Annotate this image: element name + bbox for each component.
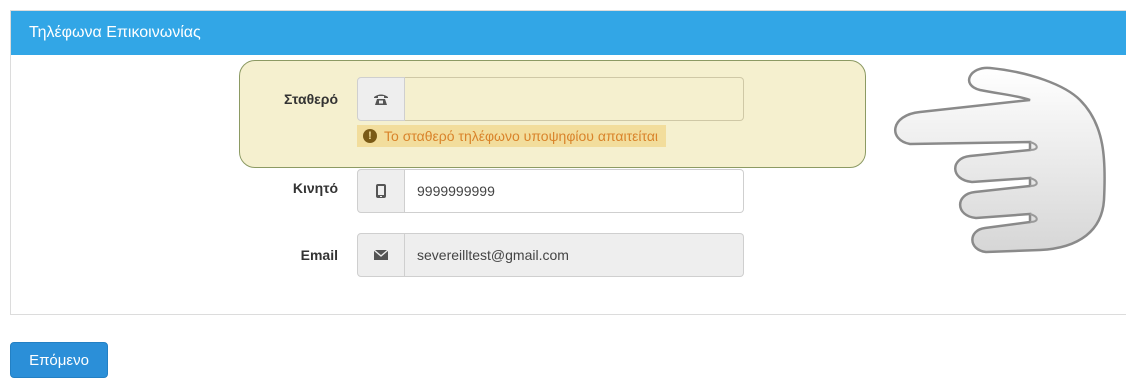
mobile-input[interactable]: [405, 169, 744, 213]
panel-title: Τηλέφωνα Επικοινωνίας: [11, 11, 1126, 55]
email-input[interactable]: [405, 233, 744, 277]
pointing-hand-icon: [894, 66, 1106, 254]
email-label: Email: [300, 247, 338, 263]
phone-icon: [357, 77, 405, 121]
mobile-label: Κινητό: [292, 180, 338, 196]
mobile-icon: [357, 169, 405, 213]
landline-label: Σταθερό: [283, 91, 338, 107]
landline-error-text: Το σταθερό τηλέφωνο υποψηφίου απαιτείται: [384, 128, 659, 144]
exclamation-icon: !: [363, 129, 377, 143]
envelope-icon: [357, 233, 405, 277]
next-button[interactable]: Επόμενο: [10, 342, 108, 378]
landline-error: ! Το σταθερό τηλέφωνο υποψηφίου απαιτείτ…: [357, 125, 667, 147]
landline-input[interactable]: [405, 77, 744, 121]
